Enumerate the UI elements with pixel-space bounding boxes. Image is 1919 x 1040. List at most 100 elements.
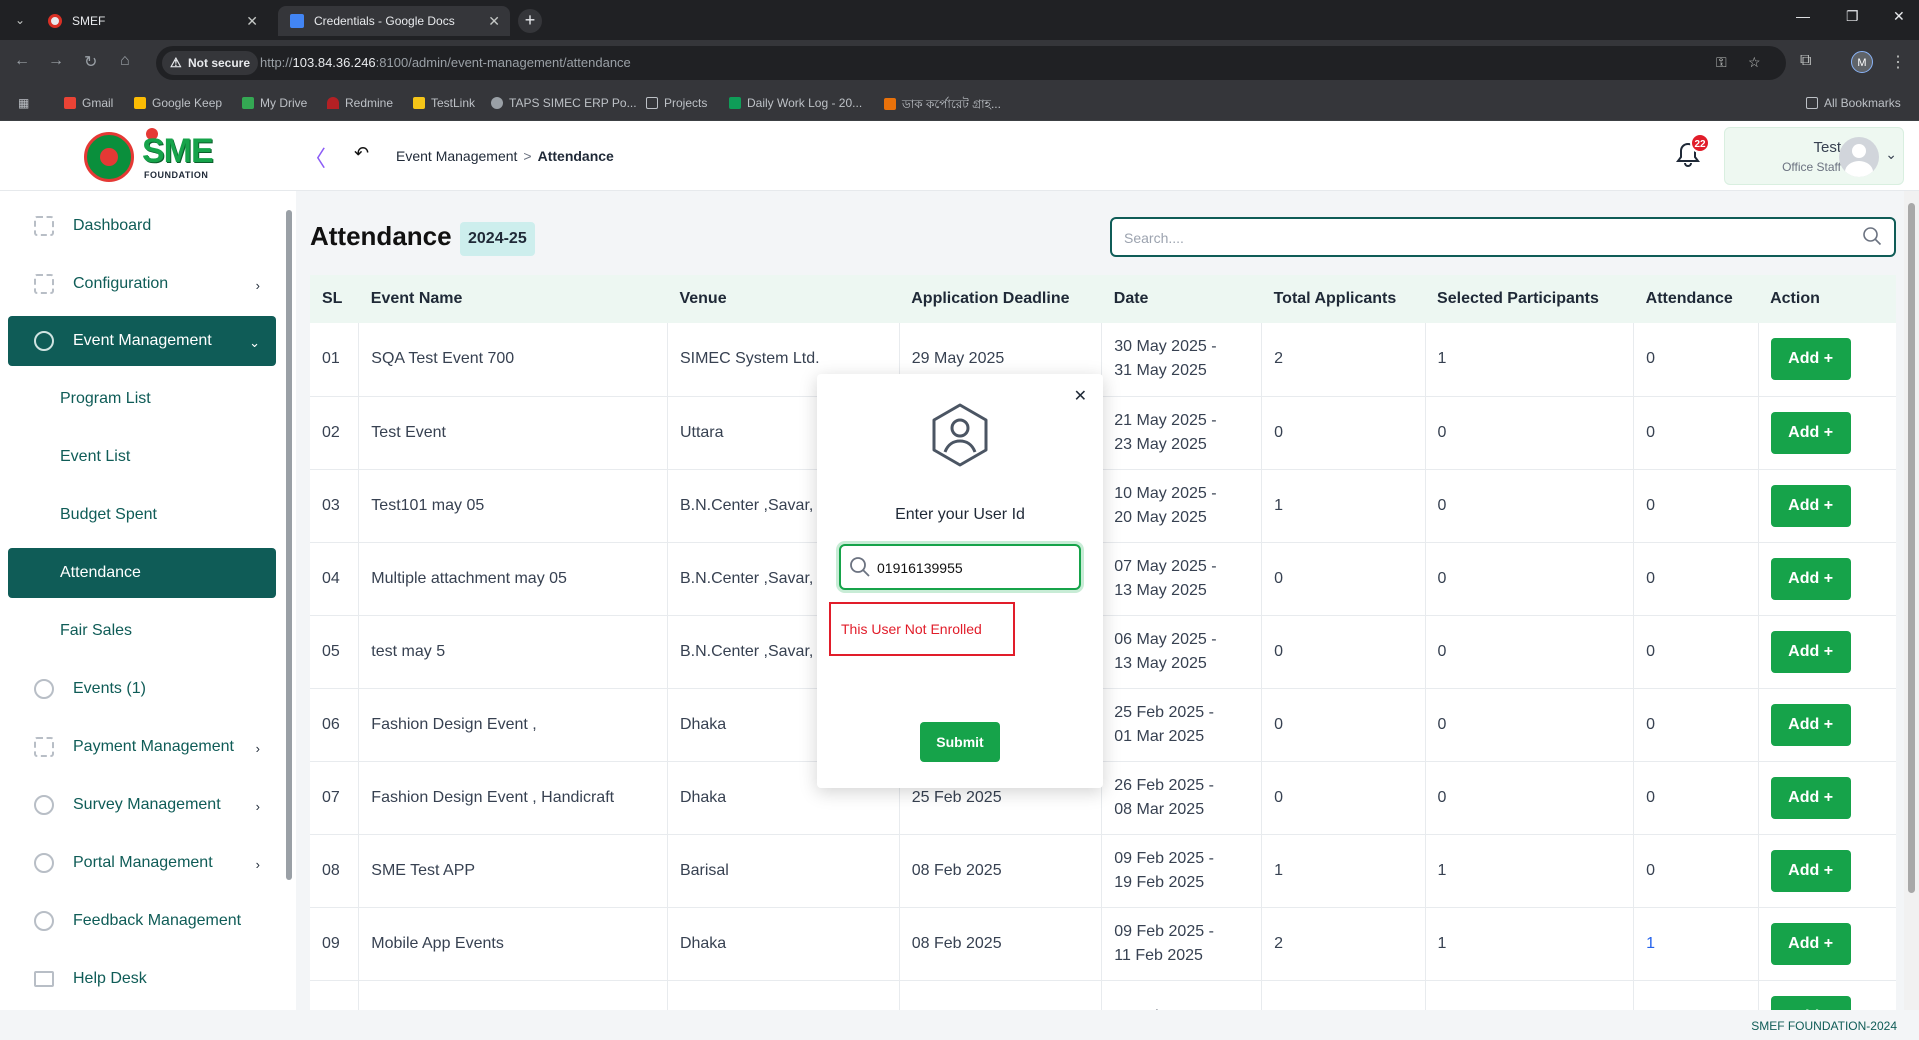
chevron-right-icon: › [255, 857, 260, 872]
tab-search-icon[interactable]: ⌄ [10, 10, 30, 30]
sidebar-item-feedback-management[interactable]: Feedback Management [8, 896, 276, 946]
sidebar-item-configuration[interactable]: Configuration › [8, 259, 276, 309]
sidebar-item-help-desk[interactable]: Help Desk [8, 954, 276, 1004]
more-menu-icon[interactable]: ⋮ [1890, 52, 1906, 72]
sidebar-item-event-list[interactable]: Event List [8, 432, 276, 482]
sidebar-item-survey-management[interactable]: Survey Management › [8, 780, 276, 830]
bookmark-taps[interactable]: TAPS SIMEC ERP Po... [491, 96, 637, 110]
page-scrollbar[interactable] [1904, 191, 1919, 1010]
add-attendance-button[interactable]: Add + [1770, 849, 1851, 892]
sl-cell: 02 [310, 396, 360, 470]
deadline-cell: 08 Feb 2025 [899, 834, 1103, 908]
sl-cell: 10 [310, 980, 360, 1010]
bookmark-my-drive[interactable]: My Drive [242, 96, 307, 110]
user-role: Office Staff [1782, 160, 1841, 174]
add-attendance-button[interactable]: Add + [1770, 338, 1851, 381]
sidebar-item-attendance[interactable]: Attendance [8, 548, 276, 598]
back-arrow-icon[interactable]: ↶ [354, 143, 369, 164]
sidebar-item-payment-management[interactable]: Payment Management › [8, 722, 276, 772]
sl-value: 02 [322, 423, 340, 441]
collapse-sidebar-icon[interactable]: 〈 [304, 141, 326, 173]
restore-icon[interactable]: ❐ [1846, 8, 1859, 25]
sme-foundation-logo[interactable]: SME FOUNDATION [84, 128, 234, 184]
new-tab-button[interactable]: + [518, 9, 542, 33]
apps-grid-icon[interactable]: ▦ [18, 96, 29, 110]
all-bookmarks[interactable]: All Bookmarks [1806, 96, 1901, 110]
add-attendance-button[interactable]: Add + [1770, 776, 1851, 819]
address-bar[interactable]: ⚠ Not secure http://103.84.36.246:8100/a… [156, 46, 1786, 80]
submit-button[interactable]: Submit [920, 722, 1000, 762]
reload-icon[interactable]: ↻ [84, 52, 97, 72]
close-tab-icon[interactable]: ✕ [488, 6, 500, 36]
user-menu[interactable]: Test Office Staff ⌄ [1724, 127, 1904, 185]
sidebar: Dashboard Configuration › Event Manageme… [0, 191, 296, 1010]
attendance-cell: 0 [1633, 688, 1759, 762]
sl-cell: 08 [310, 834, 360, 908]
deadline-cell: 08 Feb 2025 [899, 907, 1103, 981]
breadcrumb-parent[interactable]: Event Management [396, 148, 517, 164]
security-chip[interactable]: ⚠ Not secure [162, 51, 259, 75]
window-close-icon[interactable]: ✕ [1893, 8, 1905, 25]
bookmark-redmine[interactable]: Redmine [327, 96, 393, 110]
scrollbar-thumb[interactable] [286, 210, 292, 880]
sidebar-item-program-list[interactable]: Program List [8, 374, 276, 424]
browser-tab-smef[interactable]: SMEF ✕ [36, 6, 268, 36]
selected-participants-cell: 0 [1425, 761, 1635, 835]
profile-avatar[interactable]: M [1851, 51, 1873, 73]
chevron-right-icon: › [255, 799, 260, 814]
sidebar-item-dashboard[interactable]: Dashboard [8, 201, 276, 251]
bookmark-dak[interactable]: ডাক কর্পোরেট গ্রাহ... [884, 96, 1001, 116]
add-attendance-button[interactable]: Add + [1770, 484, 1851, 527]
bookmark-google-keep[interactable]: Google Keep [134, 96, 222, 110]
redmine-icon [327, 97, 339, 109]
bookmark-daily-work-log[interactable]: Daily Work Log - 20... [729, 96, 862, 110]
date-start: 26 Feb 2025 - [1114, 776, 1214, 794]
column-header: Event Name [358, 275, 668, 323]
selected-participants-cell: 0 [1425, 542, 1635, 616]
error-message: This User Not Enrolled [829, 602, 1015, 656]
search-icon[interactable] [1862, 226, 1882, 246]
date-cell: 09 Feb 2025 - 11 Feb 2025 [1101, 907, 1263, 981]
bookmark-star-icon[interactable]: ☆ [1748, 54, 1761, 71]
venue-value: SIMEC System Ltd. [679, 350, 820, 368]
search-input[interactable] [1124, 227, 1824, 249]
close-icon[interactable]: ✕ [1074, 386, 1087, 406]
attendance-value[interactable]: 1 [1646, 935, 1655, 952]
scrollbar-thumb[interactable] [1908, 203, 1915, 893]
browser-toolbar: ← → ↻ ⌂ ⚠ Not secure http://103.84.36.24… [0, 40, 1919, 86]
sl-cell: 07 [310, 761, 360, 835]
bookmark-projects[interactable]: Projects [646, 96, 707, 110]
forward-icon[interactable]: → [48, 52, 64, 70]
home-icon[interactable]: ⌂ [120, 52, 130, 70]
date-cell: 07 May 2025 - 13 May 2025 [1101, 542, 1263, 616]
add-attendance-button[interactable]: Add + [1770, 630, 1851, 673]
sidebar-scrollbar[interactable] [286, 198, 292, 1008]
password-key-icon[interactable]: ⚿ [1716, 54, 1727, 71]
browser-tab-credentials[interactable]: Credentials - Google Docs ✕ [278, 6, 510, 36]
extensions-icon[interactable]: ⧉ [1800, 52, 1811, 70]
add-attendance-button[interactable]: Add + [1770, 995, 1851, 1010]
date-start: 07 May 2025 - [1114, 557, 1217, 575]
sidebar-item-budget-spent[interactable]: Budget Spent [8, 490, 276, 540]
user-id-input[interactable] [877, 558, 1067, 578]
add-attendance-button[interactable]: Add + [1770, 922, 1851, 965]
bookmark-testlink[interactable]: TestLink [413, 96, 475, 110]
back-icon[interactable]: ← [14, 52, 30, 70]
bookmark-gmail[interactable]: Gmail [64, 96, 113, 110]
add-attendance-button[interactable]: Add + [1770, 703, 1851, 746]
add-attendance-button[interactable]: Add + [1770, 557, 1851, 600]
breadcrumb-separator: > [523, 148, 532, 164]
minimize-icon[interactable]: — [1796, 8, 1810, 24]
venue-value: Dhaka [679, 715, 727, 733]
close-tab-icon[interactable]: ✕ [246, 6, 258, 36]
sidebar-item-portal-management[interactable]: Portal Management › [8, 838, 276, 888]
sidebar-item-events[interactable]: Events (1) [8, 664, 276, 714]
url-text[interactable]: http://103.84.36.246:8100/admin/event-ma… [260, 55, 631, 70]
user-id-field[interactable] [839, 544, 1081, 590]
sidebar-item-event-management[interactable]: Event Management ⌄ [8, 316, 276, 366]
table-body: 01 SQA Test Event 700 SIMEC System Ltd. 29 … [310, 323, 1896, 1010]
sidebar-item-fair-sales[interactable]: Fair Sales [8, 606, 276, 656]
add-attendance-button[interactable]: Add + [1770, 411, 1851, 454]
search-box[interactable] [1110, 217, 1896, 257]
user-name: Test [1813, 139, 1841, 156]
